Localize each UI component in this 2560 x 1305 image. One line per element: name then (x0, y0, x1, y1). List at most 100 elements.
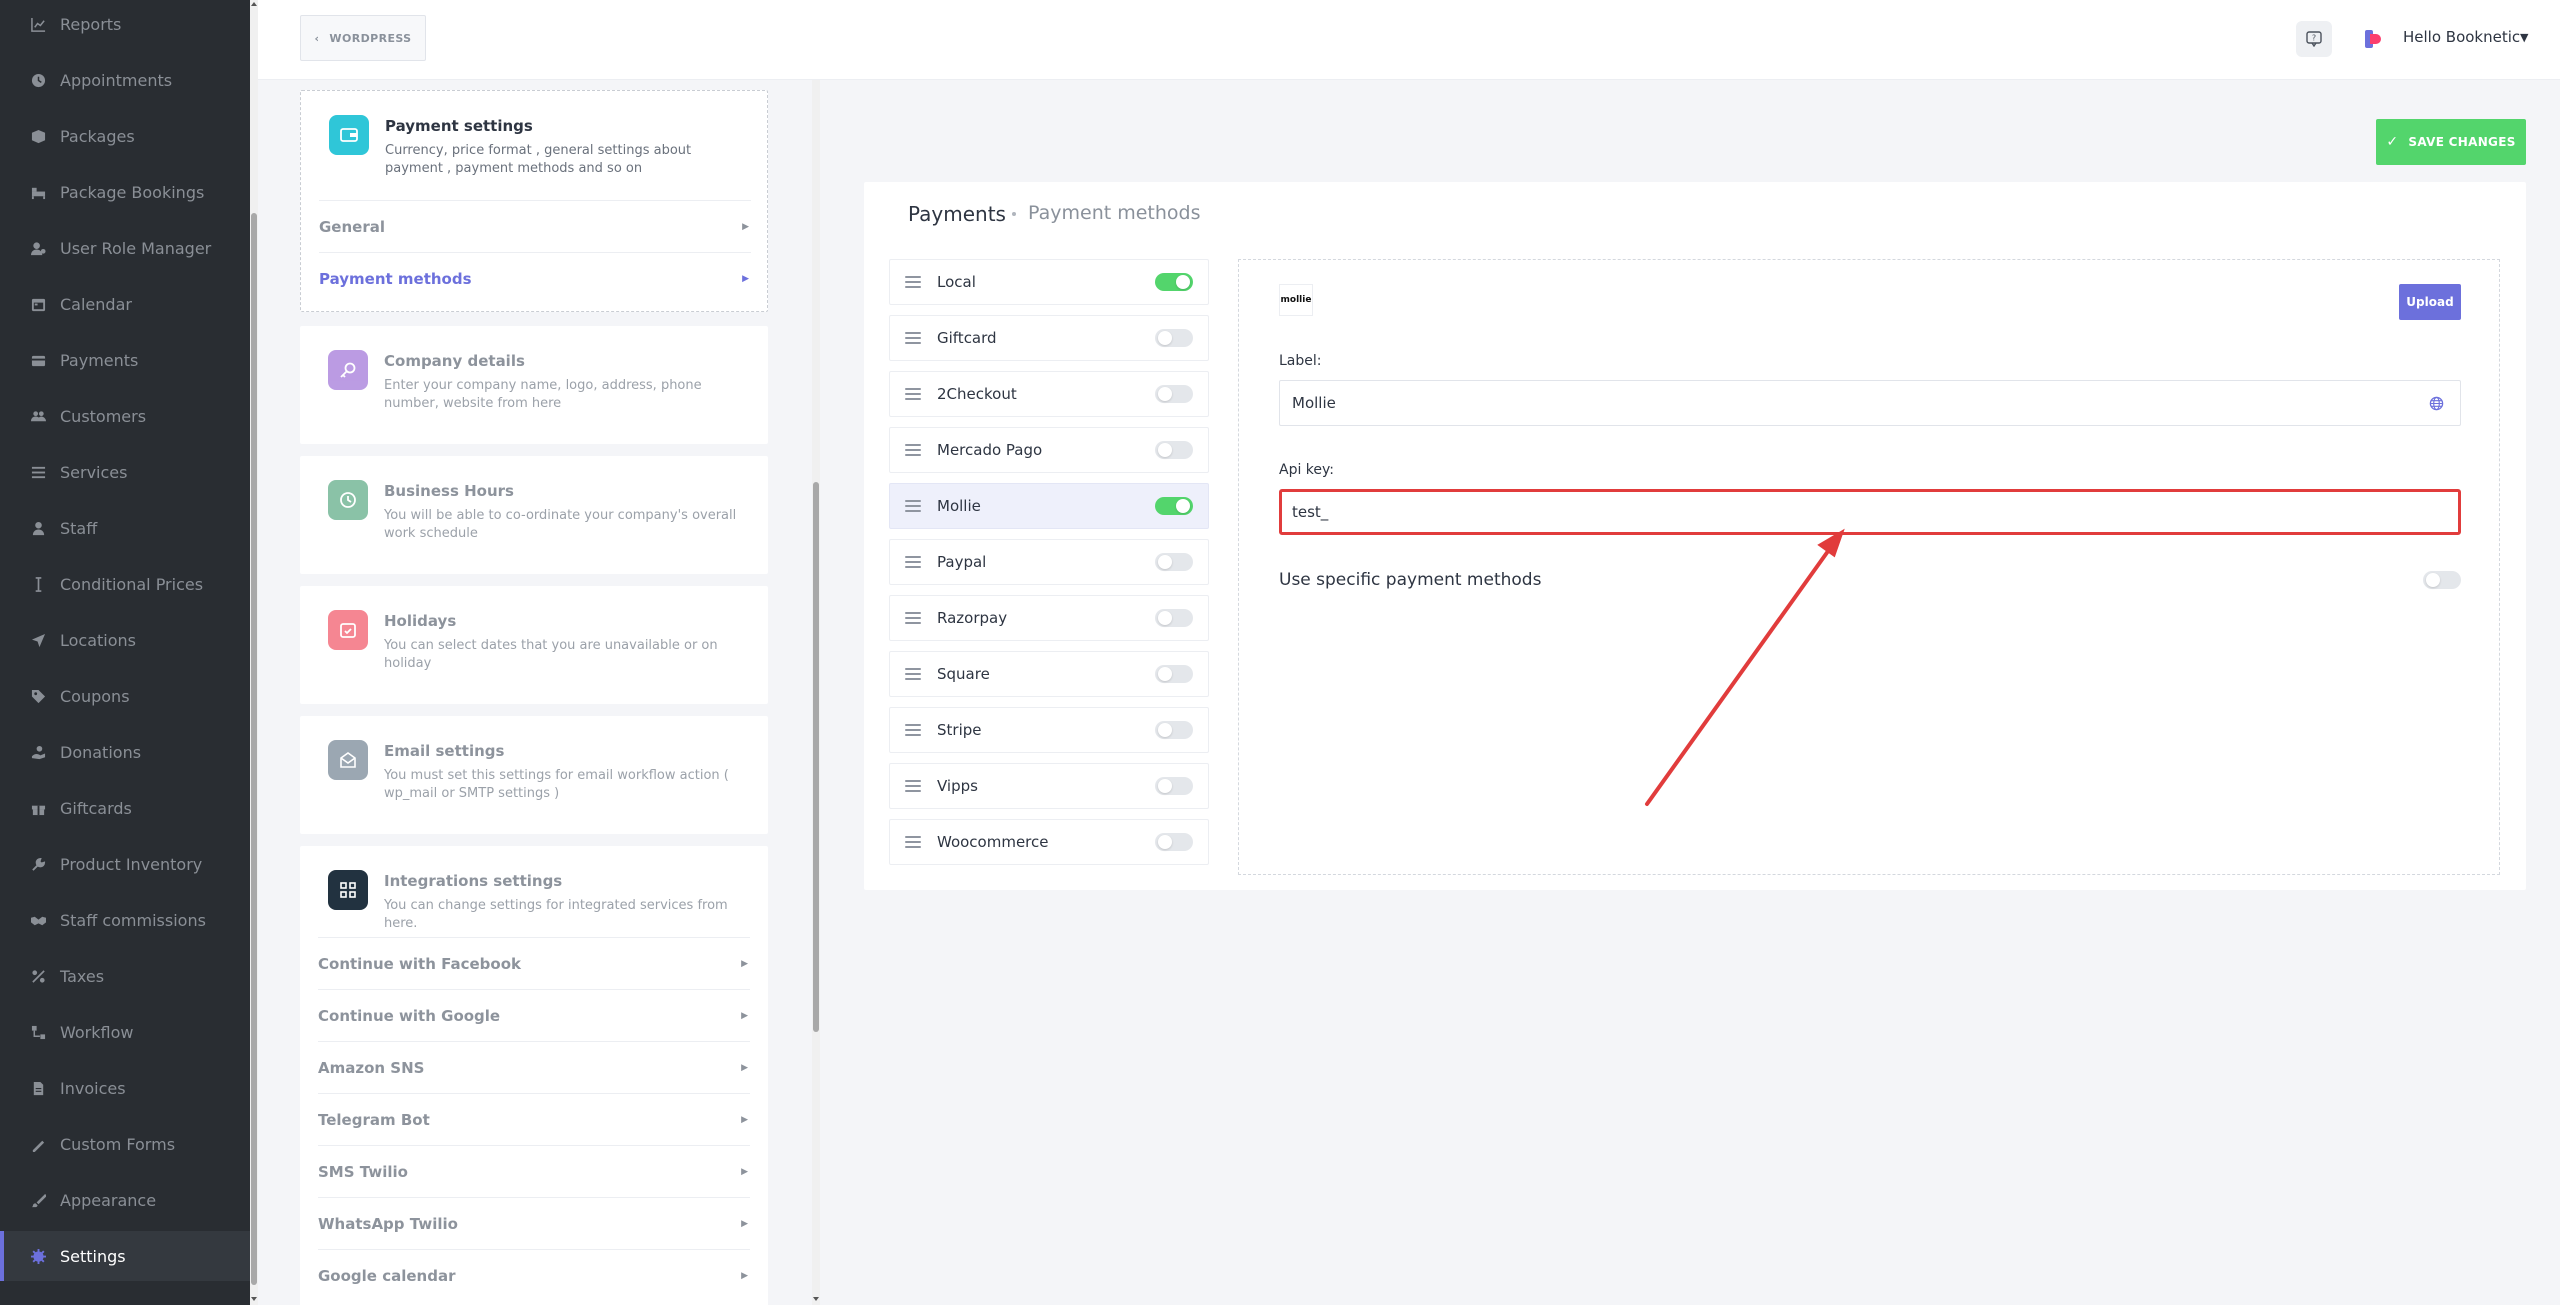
upload-button[interactable]: Upload (2399, 284, 2461, 320)
method-2checkout[interactable]: 2Checkout (889, 371, 1209, 417)
sub-item-sms-twilio[interactable]: SMS Twilio ▶ (318, 1145, 750, 1197)
caret-right-icon: ▶ (741, 1010, 748, 1021)
sidebar-item-staff[interactable]: Staff (0, 503, 250, 553)
method-local[interactable]: Local (889, 259, 1209, 305)
drag-handle-icon[interactable] (905, 556, 921, 568)
sidebar-item-staff-commissions[interactable]: Staff commissions (0, 895, 250, 945)
sidebar-item-invoices[interactable]: Invoices (0, 1063, 250, 1113)
tag-icon (31, 689, 46, 704)
sidebar-item-reports[interactable]: Reports (0, 0, 250, 49)
sidebar-item-user-role-manager[interactable]: User Role Manager (0, 223, 250, 273)
sidebar-item-conditional-prices[interactable]: Conditional Prices (0, 559, 250, 609)
method-toggle[interactable] (1155, 497, 1193, 515)
method-square[interactable]: Square (889, 651, 1209, 697)
drag-handle-icon[interactable] (905, 612, 921, 624)
drag-handle-icon[interactable] (905, 276, 921, 288)
sidebar-item-payments[interactable]: Payments (0, 335, 250, 385)
method-toggle[interactable] (1155, 665, 1193, 683)
company-details-card[interactable]: Company details Enter your company name,… (300, 326, 768, 444)
holidays-card[interactable]: Holidays You can select dates that you a… (300, 586, 768, 704)
specific-methods-toggle[interactable] (2423, 571, 2461, 589)
sub-item-amazon-sns[interactable]: Amazon SNS ▶ (318, 1041, 750, 1093)
sidebar-item-custom-forms[interactable]: Custom Forms (0, 1119, 250, 1169)
sub-item-google-calendar[interactable]: Google calendar ▶ (318, 1249, 750, 1301)
sidebar-scrollbar-thumb[interactable] (251, 213, 257, 1285)
business-hours-card[interactable]: Business Hours You will be able to co-or… (300, 456, 768, 574)
sidebar-item-giftcards[interactable]: Giftcards (0, 783, 250, 833)
sidebar-item-donations[interactable]: Donations (0, 727, 250, 777)
bed-icon (31, 185, 46, 200)
chevron-down-icon[interactable]: ▼ (2520, 31, 2528, 44)
sub-item-payment-methods[interactable]: Payment methods ▶ (319, 252, 751, 304)
sidebar-item-label: Customers (60, 406, 147, 426)
sidebar-item-taxes[interactable]: Taxes (0, 951, 250, 1001)
method-toggle[interactable] (1155, 833, 1193, 851)
method-paypal[interactable]: Paypal (889, 539, 1209, 585)
method-toggle[interactable] (1155, 609, 1193, 627)
method-stripe[interactable]: Stripe (889, 707, 1209, 753)
sidebar-item-appearance[interactable]: Appearance (0, 1175, 250, 1225)
method-toggle[interactable] (1155, 777, 1193, 795)
drag-handle-icon[interactable] (905, 668, 921, 680)
method-toggle[interactable] (1155, 385, 1193, 403)
method-toggle[interactable] (1155, 553, 1193, 571)
method-mercado-pago[interactable]: Mercado Pago (889, 427, 1209, 473)
drag-handle-icon[interactable] (905, 500, 921, 512)
sidebar-item-label: Donations (60, 742, 142, 762)
method-vipps[interactable]: Vipps (889, 763, 1209, 809)
method-toggle[interactable] (1155, 329, 1193, 347)
label-input[interactable]: Mollie (1279, 380, 2461, 426)
method-mollie[interactable]: Mollie (889, 483, 1209, 529)
drag-handle-icon[interactable] (905, 724, 921, 736)
globe-icon[interactable] (2429, 396, 2444, 411)
method-razorpay[interactable]: Razorpay (889, 595, 1209, 641)
method-toggle[interactable] (1155, 273, 1193, 291)
sidebar-item-packages[interactable]: Packages (0, 111, 250, 161)
drag-handle-icon[interactable] (905, 388, 921, 400)
sub-item-whatsapp-twilio[interactable]: WhatsApp Twilio ▶ (318, 1197, 750, 1249)
drag-handle-icon[interactable] (905, 780, 921, 792)
chevron-left-icon: ‹ (314, 31, 320, 45)
sidebar-item-appointments[interactable]: Appointments (0, 55, 250, 105)
save-changes-button[interactable]: ✓ SAVE CHANGES (2376, 119, 2526, 165)
drag-handle-icon[interactable] (905, 836, 921, 848)
sidebar-scrollbar[interactable] (250, 0, 258, 1305)
sidebar-item-calendar[interactable]: Calendar (0, 279, 250, 329)
settings-scrollbar-thumb[interactable] (813, 482, 819, 1032)
method-giftcard[interactable]: Giftcard (889, 315, 1209, 361)
sidebar-item-services[interactable]: Services (0, 447, 250, 497)
box-icon (31, 129, 46, 144)
email-settings-card[interactable]: Email settings You must set this setting… (300, 716, 768, 834)
sub-item-general[interactable]: General ▶ (319, 200, 751, 252)
sub-item-label: Amazon SNS (318, 1058, 425, 1077)
sub-item-google[interactable]: Continue with Google ▶ (318, 989, 750, 1041)
settings-scrollbar[interactable] (812, 80, 820, 1305)
caret-right-icon: ▶ (741, 958, 748, 969)
user-greeting[interactable]: Hello Booknetic (2403, 28, 2520, 46)
wordpress-back-label: WORDPRESS (329, 31, 412, 45)
sidebar-scroll-down-icon[interactable] (251, 1297, 257, 1301)
caret-right-icon: ▶ (741, 1062, 748, 1073)
method-toggle[interactable] (1155, 721, 1193, 739)
integrations-settings-card[interactable]: Integrations settings You can change set… (300, 846, 768, 1305)
sub-item-telegram-bot[interactable]: Telegram Bot ▶ (318, 1093, 750, 1145)
sidebar-item-customers[interactable]: Customers (0, 391, 250, 441)
api-key-value: test_ (1292, 503, 1329, 521)
sub-item-facebook[interactable]: Continue with Facebook ▶ (318, 937, 750, 989)
payment-settings-card[interactable]: Payment settings Currency, price format … (300, 90, 768, 312)
method-toggle[interactable] (1155, 441, 1193, 459)
sidebar-item-product-inventory[interactable]: Product Inventory (0, 839, 250, 889)
drag-handle-icon[interactable] (905, 444, 921, 456)
help-button[interactable]: ? (2296, 21, 2332, 57)
api-key-input[interactable]: test_ (1279, 489, 2461, 535)
sidebar-item-workflow[interactable]: Workflow (0, 1007, 250, 1057)
sidebar-scroll-up-icon[interactable] (251, 2, 257, 6)
sidebar-item-settings[interactable]: Settings (0, 1231, 250, 1281)
wordpress-back-button[interactable]: ‹ WORDPRESS (300, 15, 426, 61)
method-woocommerce[interactable]: Woocommerce (889, 819, 1209, 865)
sidebar-item-locations[interactable]: Locations (0, 615, 250, 665)
settings-scroll-down-icon[interactable] (813, 1297, 819, 1301)
sidebar-item-package-bookings[interactable]: Package Bookings (0, 167, 250, 217)
drag-handle-icon[interactable] (905, 332, 921, 344)
sidebar-item-coupons[interactable]: Coupons (0, 671, 250, 721)
